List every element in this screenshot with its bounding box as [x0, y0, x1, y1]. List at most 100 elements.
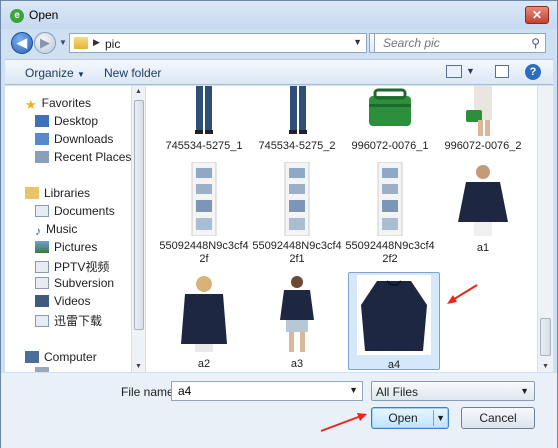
sweater-back-thumbnail [169, 274, 239, 354]
file-list-scrollbar[interactable]: ▼ [537, 86, 553, 372]
back-button[interactable]: ◀ [11, 32, 33, 54]
file-name: 2f [199, 253, 209, 265]
new-folder-button[interactable]: New folder [104, 66, 161, 80]
search-input[interactable] [381, 35, 526, 51]
dialog-footer: File name: ▼ All Files ▼ Open ▼ Cancel [1, 373, 557, 448]
close-button[interactable]: ✕ [525, 6, 549, 24]
file-item[interactable]: a1 [437, 162, 529, 255]
scroll-up-icon[interactable]: ▲ [135, 88, 142, 95]
file-name: a2 [197, 358, 211, 370]
breadcrumb-pic[interactable]: pic [105, 37, 120, 51]
computer-icon [25, 351, 39, 363]
navigation-pane: ★ Favorites Desktop Downloads Recent Plac… [5, 86, 145, 372]
desktop-icon [35, 115, 49, 127]
nav-libraries[interactable]: Libraries [25, 186, 90, 204]
file-item[interactable]: 55092448N9c3cf4 2f1 [251, 161, 343, 266]
file-name: 55092448N9c3cf4 [159, 240, 249, 252]
file-item[interactable]: a2 [158, 274, 250, 371]
nav-xunlei[interactable]: 迅雷下载 [35, 312, 102, 330]
help-icon[interactable]: ? [525, 64, 541, 80]
file-item-selected[interactable]: a4 [348, 272, 440, 371]
open-button[interactable]: Open ▼ [371, 407, 449, 429]
forward-button[interactable]: ▶ [34, 32, 56, 54]
file-list: 745534-5275_1 745534-5275_2 996072-0076_… [146, 86, 537, 372]
music-icon: ♪ [35, 224, 41, 238]
annotation-arrow-icon [320, 413, 367, 432]
window-title: Open [29, 8, 59, 22]
jeans-thumbnail [169, 86, 239, 136]
nav-local-disk[interactable] [35, 366, 54, 372]
file-item[interactable]: 55092448N9c3cf4 2f2 [344, 161, 436, 266]
file-name: a3 [290, 358, 304, 370]
sweater-model-thumbnail [262, 274, 332, 354]
file-item[interactable]: 55092448N9c3cf4 2f [158, 161, 250, 266]
nav-pptv[interactable]: PPTV视频 [35, 258, 109, 276]
nav-pictures[interactable]: Pictures [35, 240, 97, 258]
file-name: 996072-0076_1 [351, 140, 429, 152]
file-item[interactable]: 745534-5275_2 [251, 86, 343, 153]
file-type-value: All Files [376, 385, 419, 399]
downloads-folder-icon [35, 133, 49, 145]
file-type-select[interactable]: All Files ▼ [371, 381, 535, 401]
nav-scroll-thumb[interactable] [134, 100, 144, 330]
command-bar: Organize ▼ New folder ▼ ? [5, 59, 553, 85]
model-with-bag-thumbnail [448, 86, 518, 136]
green-bag-thumbnail [355, 86, 425, 136]
scroll-down-icon[interactable]: ▼ [542, 363, 549, 370]
file-scroll-thumb[interactable] [540, 318, 551, 356]
file-name: 996072-0076_2 [444, 140, 522, 152]
recent-places-icon [35, 151, 49, 163]
libraries-icon [25, 187, 39, 199]
file-name: 55092448N9c3cf4 [252, 240, 342, 252]
title-bar: e Open ✕ [1, 1, 557, 29]
chevron-down-icon: ▼ [520, 386, 529, 396]
nav-desktop[interactable]: Desktop [35, 114, 98, 132]
open-dropdown-icon[interactable]: ▼ [436, 408, 445, 428]
file-item[interactable]: a3 [251, 274, 343, 371]
search-box[interactable]: ⚲ [374, 33, 546, 53]
open-dialog: e Open ✕ ◀ ▶ ▼ ▶ pic ▼ ⇆ ⚲ Organize ▼ Ne… [0, 0, 558, 448]
file-name-field[interactable]: ▼ [171, 381, 363, 401]
file-name: 2f1 [289, 253, 305, 265]
search-icon[interactable]: ⚲ [531, 36, 540, 50]
view-dropdown-icon[interactable]: ▼ [466, 66, 475, 76]
cancel-button[interactable]: Cancel [461, 407, 535, 429]
file-name: a4 [387, 359, 401, 371]
folder-icon [35, 315, 49, 327]
nav-videos[interactable]: Videos [35, 294, 90, 312]
disk-icon [35, 367, 49, 372]
file-name-label: File name: [121, 385, 178, 399]
file-name-dropdown-icon[interactable]: ▼ [349, 385, 358, 395]
address-row: ◀ ▶ ▼ ▶ pic ▼ ⇆ ⚲ [1, 29, 557, 57]
address-bar[interactable]: ▶ pic ▼ [69, 33, 367, 53]
address-dropdown-icon[interactable]: ▼ [353, 37, 362, 47]
change-view-icon[interactable] [446, 65, 462, 78]
annotation-arrow-icon [447, 284, 478, 304]
recent-pages-dropdown[interactable]: ▼ [59, 38, 67, 47]
nav-recent-places[interactable]: Recent Places [35, 150, 131, 168]
pictures-icon [35, 241, 49, 253]
organize-menu[interactable]: Organize ▼ [25, 66, 85, 80]
jeans-thumbnail [262, 86, 332, 136]
file-item[interactable]: 745534-5275_1 [158, 86, 250, 153]
file-name: 745534-5275_1 [165, 140, 243, 152]
nav-documents[interactable]: Documents [35, 204, 115, 222]
file-name-input[interactable] [176, 383, 346, 399]
collage-thumbnail [184, 161, 224, 237]
file-item[interactable]: 996072-0076_2 [437, 86, 529, 153]
star-icon: ★ [25, 97, 37, 112]
nav-scrollbar[interactable]: ▲ ▼ [131, 86, 145, 372]
sweater-model-thumbnail [448, 162, 518, 238]
nav-music[interactable]: ♪ Music [35, 222, 77, 240]
nav-subversion[interactable]: Subversion [35, 276, 114, 294]
file-item[interactable]: 996072-0076_1 [344, 86, 436, 153]
file-name: a1 [476, 242, 490, 254]
scroll-down-icon[interactable]: ▼ [135, 363, 142, 370]
preview-pane-icon[interactable] [495, 65, 509, 78]
nav-favorites[interactable]: ★ Favorites [25, 96, 91, 114]
sweater-thumbnail [357, 275, 431, 355]
file-name: 55092448N9c3cf4 [345, 240, 435, 252]
videos-icon [35, 295, 49, 307]
breadcrumb-chevron-icon[interactable]: ▶ [93, 37, 100, 48]
nav-downloads[interactable]: Downloads [35, 132, 113, 150]
